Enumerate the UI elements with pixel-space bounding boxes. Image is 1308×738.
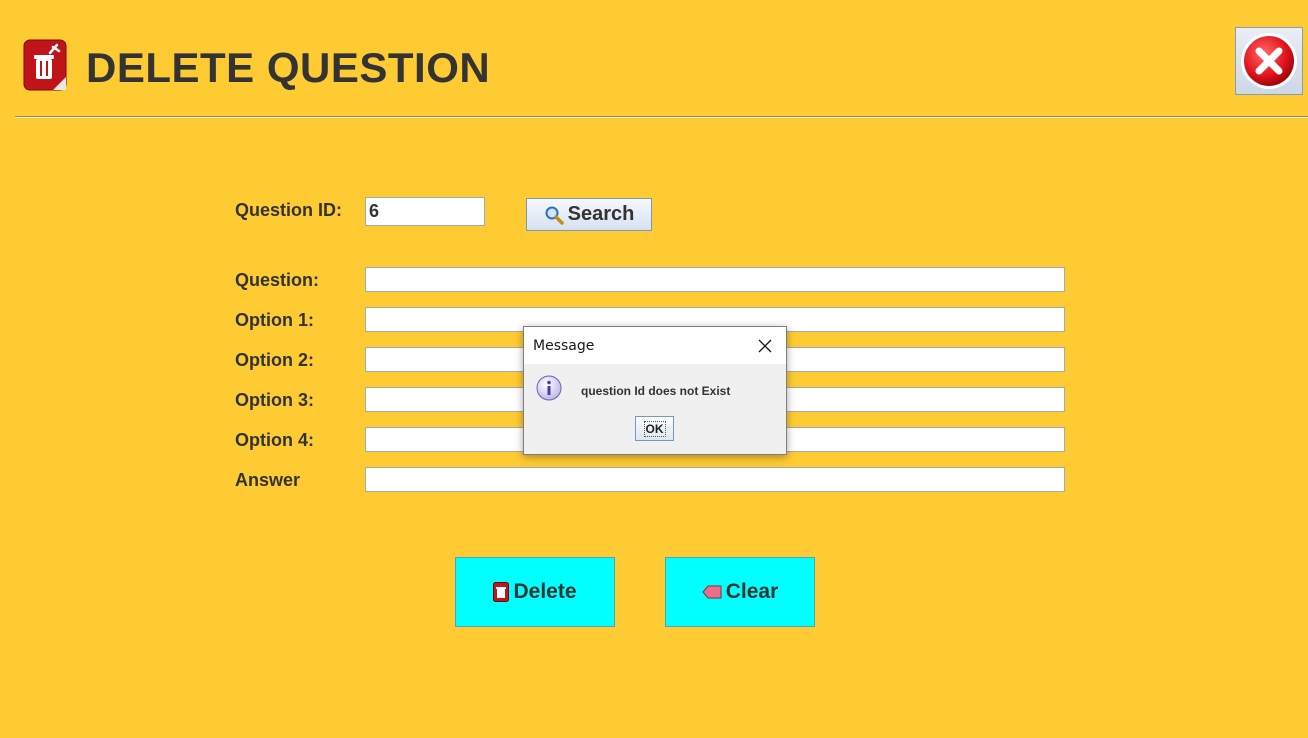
close-icon bbox=[758, 339, 772, 353]
message-dialog: Message question Id does not Exist OK bbox=[523, 326, 787, 455]
info-icon bbox=[536, 375, 562, 401]
clear-button-label: Clear bbox=[725, 580, 779, 603]
dialog-close-button[interactable] bbox=[755, 336, 775, 356]
clear-button[interactable]: Clear bbox=[665, 557, 815, 627]
dialog-message: question Id does not Exist bbox=[581, 384, 731, 398]
page-title: DELETE QUESTION bbox=[86, 44, 491, 91]
question-label: Question: bbox=[235, 270, 319, 290]
question-id-label: Question ID: bbox=[235, 200, 342, 220]
small-trash-icon bbox=[493, 582, 510, 602]
delete-button-label: Delete bbox=[513, 580, 577, 603]
option2-label: Option 2: bbox=[235, 350, 314, 370]
option3-label: Option 3: bbox=[235, 390, 314, 410]
option4-label: Option 4: bbox=[235, 430, 314, 450]
delete-button[interactable]: Delete bbox=[455, 557, 615, 627]
eraser-icon bbox=[702, 585, 722, 599]
trash-icon bbox=[23, 39, 67, 91]
question-id-input[interactable] bbox=[365, 197, 485, 226]
answer-label: Answer bbox=[235, 470, 301, 490]
search-button-label: Search bbox=[567, 203, 635, 225]
close-window-button[interactable] bbox=[1235, 27, 1303, 95]
magnifier-icon bbox=[545, 206, 564, 225]
ok-button[interactable]: OK bbox=[635, 416, 674, 441]
dialog-titlebar[interactable]: Message bbox=[524, 327, 786, 364]
search-button[interactable]: Search bbox=[526, 198, 652, 231]
close-x-icon bbox=[1241, 33, 1297, 89]
answer-input[interactable] bbox=[365, 467, 1065, 492]
ok-button-label: OK bbox=[643, 420, 666, 437]
question-input[interactable] bbox=[365, 267, 1065, 292]
header-divider bbox=[15, 116, 1308, 118]
dialog-title: Message bbox=[533, 338, 595, 354]
option1-label: Option 1: bbox=[235, 310, 314, 330]
